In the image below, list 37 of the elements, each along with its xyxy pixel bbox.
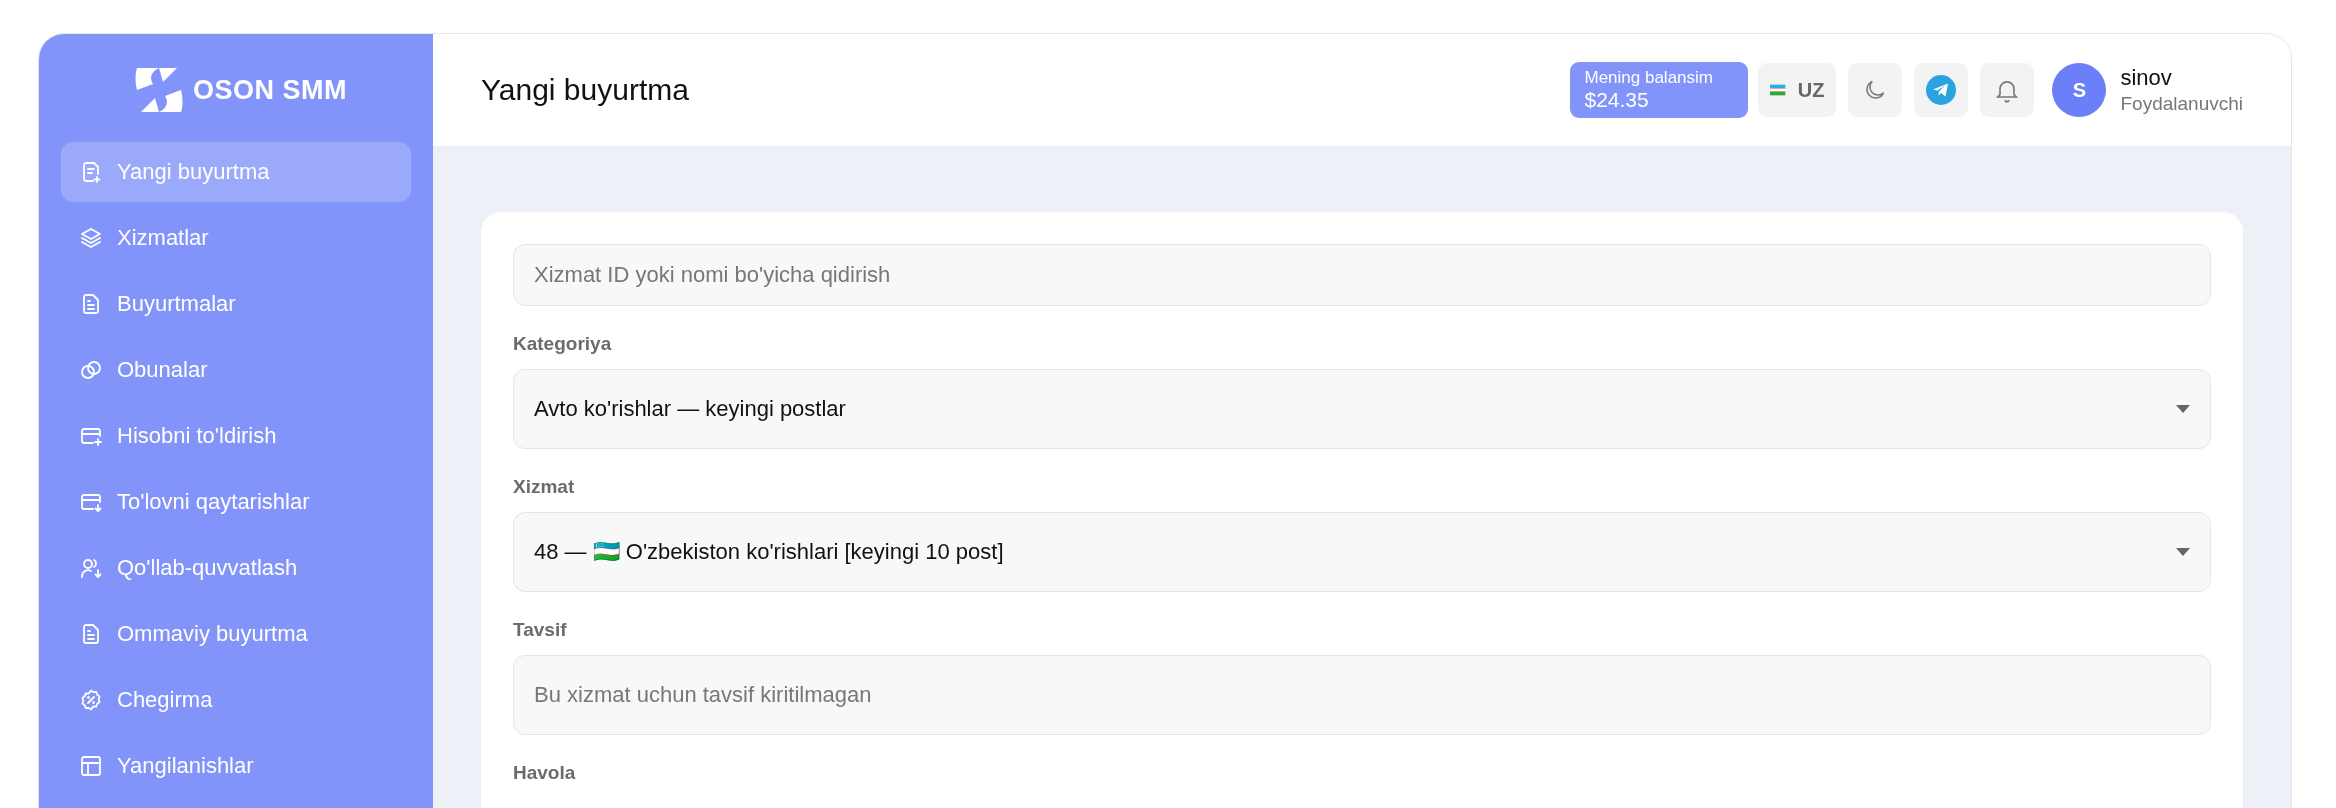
notifications-button[interactable] <box>1980 63 2035 117</box>
user-icon <box>79 556 103 580</box>
sidebar-item[interactable]: Buyurtmalar <box>61 274 411 334</box>
circles-icon <box>79 358 103 382</box>
flag-icon <box>1770 83 1786 97</box>
sidebar-item[interactable]: Hisobni to'ldirish <box>61 406 411 466</box>
balance-badge[interactable]: Mening balansim $24.35 <box>1570 62 1749 118</box>
select-field[interactable]: Avto ko'rishlar — keyingi postlar <box>513 369 2211 449</box>
sidebar-item[interactable]: Qo'llab-quvvatlash <box>61 538 411 598</box>
layout-icon <box>79 754 103 778</box>
field-label: Xizmat <box>513 477 576 496</box>
field-label: Kategoriya <box>513 334 613 353</box>
paper-plane-icon <box>1926 75 1957 105</box>
select-field[interactable]: 48 — 🇺🇿 O'zbekiston ko'rishlari [keyingi 10 post] <box>513 512 2211 592</box>
description-field[interactable]: Bu xizmat uchun tavsif kiritilmagan <box>513 655 2211 735</box>
telegram-button[interactable] <box>1914 63 1969 117</box>
language-button[interactable]: UZ <box>1758 63 1837 117</box>
sidebar-item[interactable]: To'lovni qaytarishlar <box>61 472 411 532</box>
caret-icon <box>2176 548 2190 556</box>
sidebar-item[interactable]: Yangi buyurtma <box>61 142 411 202</box>
layers-icon <box>79 226 103 250</box>
discount-icon <box>79 688 103 712</box>
user-avatar[interactable]: S <box>2052 63 2107 117</box>
sidebar-item[interactable]: Chegirma <box>61 670 411 730</box>
sidebar-item[interactable]: Xizmatlar <box>61 208 411 268</box>
sidebar-item[interactable]: Obunalar <box>61 340 411 400</box>
caret-icon <box>2176 405 2190 413</box>
search-field[interactable]: Xizmat ID yoki nomi bo'yicha qidirish <box>513 244 2211 306</box>
page-title: Yangi buyurtma <box>481 73 690 107</box>
logo-text: OSON SMM <box>193 74 347 106</box>
sidebar-item[interactable]: Ommaviy buyurtma <box>61 604 411 664</box>
user-name: sinov <box>2120 65 2173 91</box>
field-label: Havola <box>513 763 577 782</box>
user-role: Foydalanuvchi <box>2120 93 2243 115</box>
dark-mode-button[interactable] <box>1848 63 1903 117</box>
sidebar-item[interactable]: Yangilanishlar <box>61 736 411 796</box>
field-label: Tavsif <box>513 620 568 639</box>
